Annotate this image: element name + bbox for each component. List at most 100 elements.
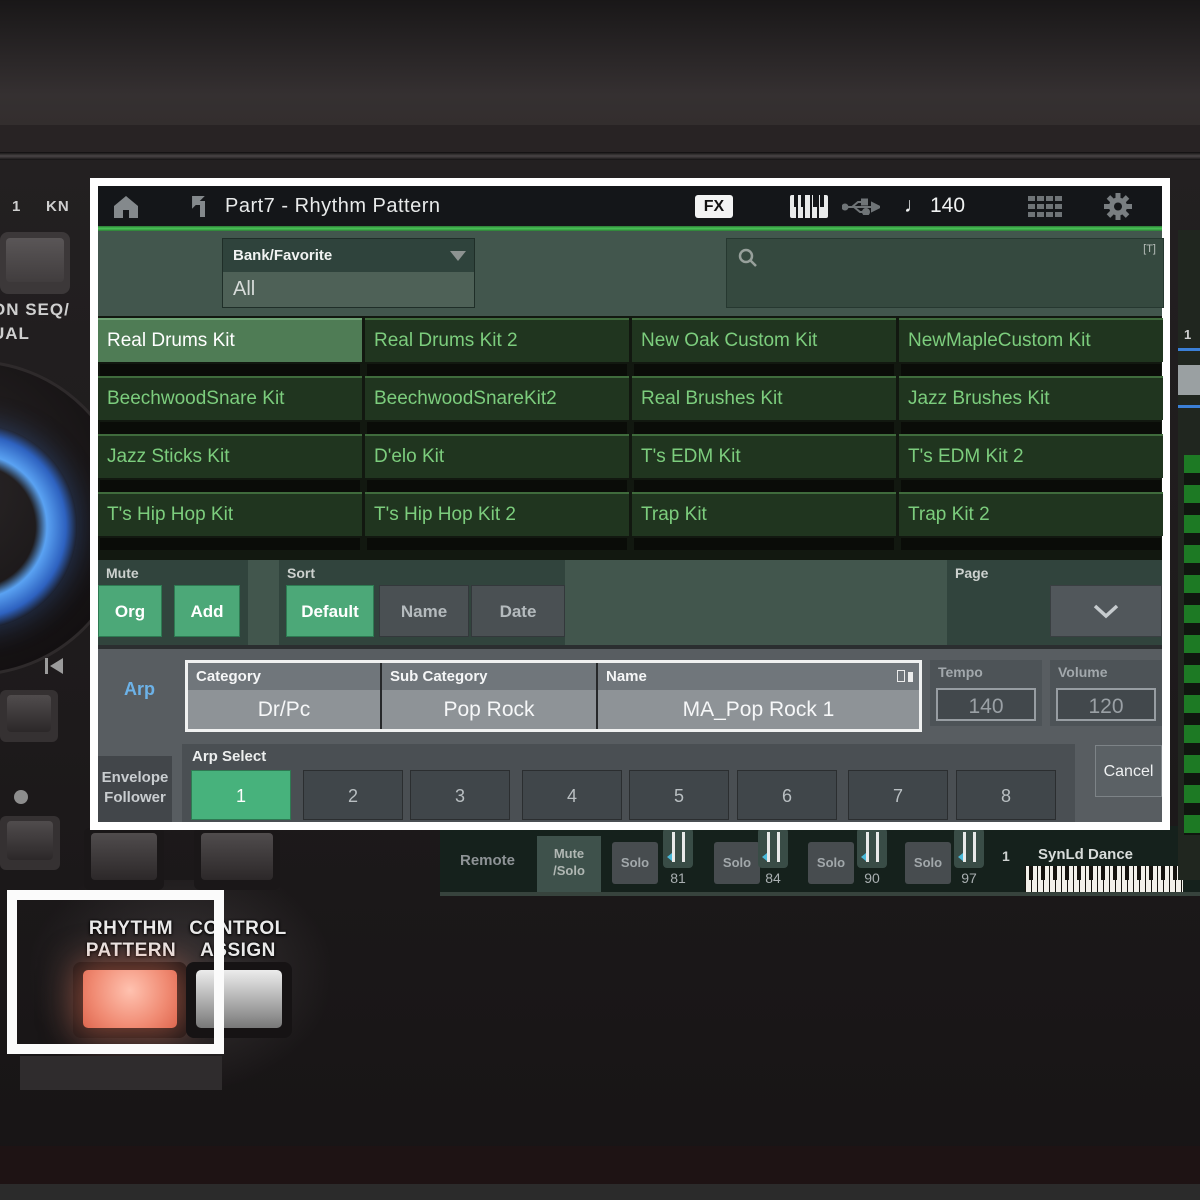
page-title: Part7 - Rhythm Pattern [225, 186, 441, 226]
transport-button [0, 816, 60, 870]
sort-default-button[interactable]: Default [286, 585, 374, 637]
tempo-field: Tempo 140 [930, 660, 1042, 726]
bank-favorite-dropdown[interactable]: Bank/Favorite All [222, 238, 475, 308]
arp-select-slot-6[interactable]: 6 [737, 770, 837, 820]
name-value: MA_Pop Rock 1 [598, 690, 919, 729]
kit-mute-bar [634, 364, 894, 376]
arp-select-slot-3[interactable]: 3 [410, 770, 510, 820]
name-label: Name [598, 663, 919, 690]
grid-icon[interactable] [1028, 196, 1064, 217]
arp-name-column[interactable]: Name MA_Pop Rock 1 [598, 663, 919, 729]
tempo-display[interactable]: 140 [930, 186, 965, 226]
solo-button: Solo [905, 842, 951, 884]
volume-value[interactable]: 120 [1056, 688, 1156, 721]
volume-label: Volume [1058, 664, 1108, 680]
subcategory-value: Pop Rock [382, 690, 596, 729]
text-input-tag: [T] [1143, 243, 1156, 255]
panel-led [14, 790, 28, 804]
kit-mute-bar [367, 480, 627, 492]
panel-label-1: 1 [12, 198, 21, 215]
arp-select-slot-5[interactable]: 5 [629, 770, 729, 820]
solo-button: Solo [612, 842, 658, 884]
mute-add-button[interactable]: Add [174, 585, 240, 637]
category-value: Dr/Pc [188, 690, 380, 729]
kit-cell[interactable]: NewMapleCustom Kit [899, 318, 1163, 362]
kit-cell[interactable]: T's EDM Kit 2 [899, 434, 1163, 478]
kit-mute-bar [100, 422, 360, 434]
background-screen-strip: Remote Mute /Solo Solo Solo Solo Solo 81… [440, 826, 1200, 896]
background-screen-right-strip: 1 [1178, 230, 1200, 880]
envelope-follower-tab[interactable]: Envelope Follower [98, 756, 172, 822]
hardware-button [194, 828, 280, 890]
arp-subcategory-column[interactable]: Sub Category Pop Rock [382, 663, 598, 729]
arp-select-slot-2[interactable]: 2 [303, 770, 403, 820]
arp-name-group[interactable]: Category Dr/Pc Sub Category Pop Rock Nam… [185, 660, 922, 732]
kit-cell[interactable]: T's Hip Hop Kit [98, 492, 362, 536]
dropdown-triangle-icon [450, 251, 466, 261]
kit-cell[interactable]: Real Brushes Kit [632, 376, 896, 420]
arp-select-slot-4[interactable]: 4 [522, 770, 622, 820]
hardware-button [84, 828, 164, 890]
search-icon [737, 247, 759, 269]
usb-icon [842, 198, 880, 215]
kit-cell[interactable]: Jazz Sticks Kit [98, 434, 362, 478]
kit-mute-bar [901, 422, 1161, 434]
back-icon[interactable] [186, 193, 212, 219]
kit-mute-bar [901, 364, 1161, 376]
arp-select-label: Arp Select [192, 748, 266, 765]
kit-cell[interactable]: T's EDM Kit [632, 434, 896, 478]
bank-favorite-label: Bank/Favorite [223, 239, 474, 272]
sort-name-button[interactable]: Name [379, 585, 469, 637]
category-label: Category [188, 663, 380, 690]
sort-label: Sort [287, 565, 315, 581]
screenshot-stage: 1 KN ON SEQ/ UAL Remote Mute /Solo Solo … [0, 0, 1200, 1200]
sort-date-button[interactable]: Date [471, 585, 565, 637]
arp-tab[interactable]: Arp [124, 679, 155, 700]
kit-cell[interactable]: Real Drums Kit 2 [365, 318, 629, 362]
home-icon[interactable] [112, 194, 140, 219]
cancel-button[interactable]: Cancel [1095, 745, 1162, 797]
fx-badge[interactable]: FX [695, 195, 733, 218]
quarter-note-icon: ♩ [904, 186, 925, 226]
mute-org-button[interactable]: Org [98, 585, 162, 637]
background-lower-band [0, 1146, 1200, 1186]
fader-widget [758, 828, 788, 868]
kit-cell[interactable]: Real Drums Kit [98, 318, 362, 362]
tempo-value[interactable]: 140 [936, 688, 1036, 721]
keyboard-icon[interactable] [790, 195, 828, 218]
piano-keyboard-graphic [1025, 866, 1183, 892]
panel-label-motion-seq: ON SEQ/ [0, 300, 70, 320]
mute-label: Mute [106, 565, 139, 581]
kit-cell[interactable]: BeechwoodSnareKit2 [365, 376, 629, 420]
fader-value: 90 [857, 870, 887, 886]
volume-field: Volume 120 [1050, 660, 1162, 726]
kit-cell[interactable]: D'elo Kit [365, 434, 629, 478]
kit-mute-bar [100, 480, 360, 492]
search-field[interactable]: [T] [726, 238, 1164, 308]
kit-cell[interactable]: Trap Kit 2 [899, 492, 1163, 536]
panel-highlight-band [20, 1056, 222, 1090]
list-control-bar: Mute Org Add Sort Default Name Date Page [98, 560, 1162, 645]
kit-cell[interactable]: T's Hip Hop Kit 2 [365, 492, 629, 536]
arp-select-slot-1[interactable]: 1 [191, 770, 291, 820]
part-name: SynLd Dance [1038, 846, 1133, 863]
kit-cell[interactable]: BeechwoodSnare Kit [98, 376, 362, 420]
arp-select-panel: Arp Select 1 2 3 4 5 6 7 8 [182, 744, 1075, 822]
callout-frame [7, 890, 224, 1054]
page-dropdown-button[interactable] [1050, 585, 1162, 637]
kit-cell[interactable]: Trap Kit [632, 492, 896, 536]
arp-select-slot-7[interactable]: 7 [848, 770, 948, 820]
arp-category-column[interactable]: Category Dr/Pc [188, 663, 382, 729]
fader-value: 81 [663, 870, 693, 886]
page-group: Page [947, 560, 1162, 645]
panel-label-knob: KN [46, 198, 70, 215]
kit-cell[interactable]: Jazz Brushes Kit [899, 376, 1163, 420]
gear-icon[interactable] [1104, 193, 1132, 220]
arp-select-slot-8[interactable]: 8 [956, 770, 1056, 820]
solo-button: Solo [714, 842, 760, 884]
kit-cell[interactable]: New Oak Custom Kit [632, 318, 896, 362]
filter-bar: Bank/Favorite All [T] [98, 231, 1162, 316]
skip-to-start-icon [43, 656, 67, 676]
remote-label: Remote [460, 852, 515, 869]
pattern-doc-icon [897, 670, 913, 683]
